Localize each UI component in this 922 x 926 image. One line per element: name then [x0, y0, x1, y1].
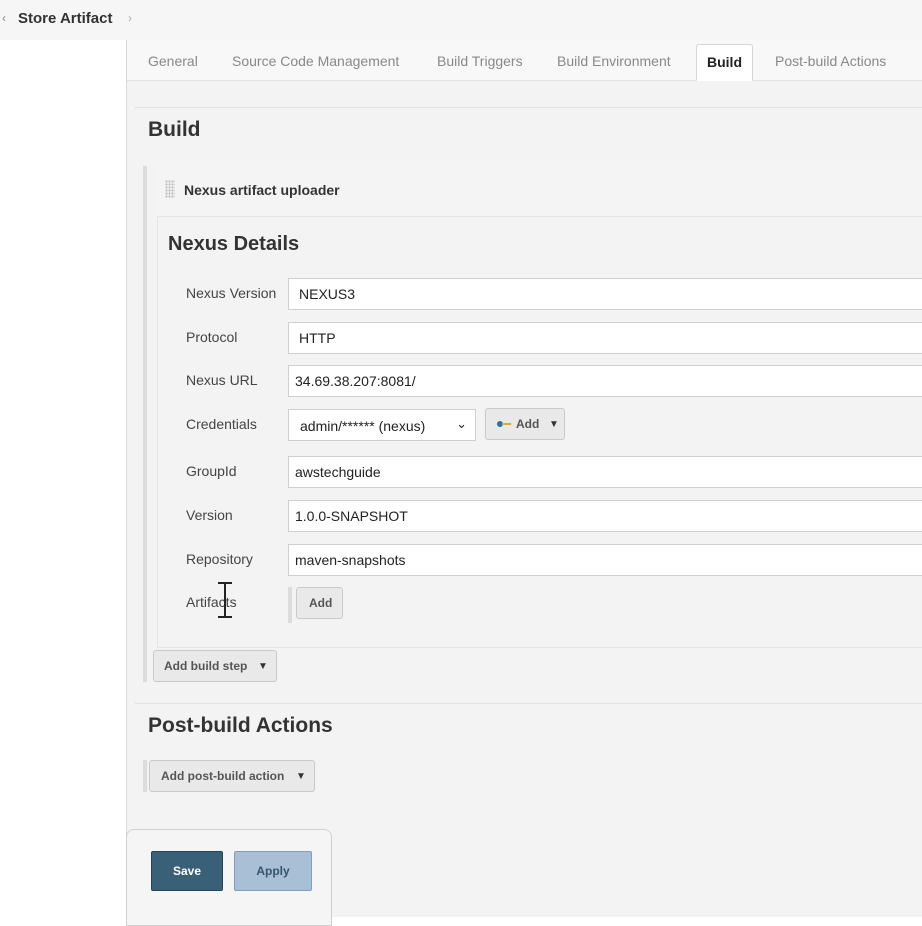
caret-down-icon: ▼: [296, 771, 306, 782]
protocol-input[interactable]: [288, 322, 922, 354]
add-build-step-button[interactable]: Add build step ▼: [153, 650, 277, 682]
repository-input[interactable]: [288, 544, 922, 576]
add-artifact-button[interactable]: Add: [296, 587, 343, 619]
drag-handle-icon[interactable]: [165, 180, 175, 198]
artifacts-list-bar: [288, 587, 292, 623]
tab-source-code-management[interactable]: Source Code Management: [232, 53, 399, 69]
nexus-details-form: Nexus Details Nexus Version Protocol Nex…: [157, 216, 922, 648]
scrolled-out-row: [147, 80, 207, 92]
form-actions-bar: Save Apply: [126, 829, 332, 926]
tab-build-triggers[interactable]: Build Triggers: [437, 53, 523, 69]
version-input[interactable]: [288, 500, 922, 532]
caret-down-icon: ▼: [258, 661, 268, 672]
version-label: Version: [186, 507, 233, 523]
nexus-details-title: Nexus Details: [168, 233, 300, 255]
add-credentials-label: Add: [516, 417, 540, 431]
credentials-select-value: admin/****** (nexus): [300, 418, 426, 434]
divider: [135, 107, 922, 108]
tab-build-environment[interactable]: Build Environment: [557, 53, 671, 69]
add-post-build-action-button[interactable]: Add post-build action ▼: [149, 760, 315, 792]
nexus-url-label: Nexus URL: [186, 372, 258, 388]
add-build-step-label: Add build step: [164, 659, 248, 673]
tab-build[interactable]: Build: [696, 44, 753, 81]
post-build-section-title: Post-build Actions: [148, 714, 333, 737]
chevron-right-icon[interactable]: ›: [128, 11, 132, 25]
breadcrumb-item-store-artifact[interactable]: Store Artifact: [18, 10, 112, 27]
group-id-label: GroupId: [186, 463, 237, 479]
caret-down-icon: ▼: [549, 419, 559, 430]
chevron-left-icon[interactable]: ‹: [2, 11, 6, 25]
nexus-version-input[interactable]: [288, 278, 922, 310]
nexus-version-label: Nexus Version: [186, 285, 277, 301]
breadcrumb: ‹ Store Artifact ›: [0, 0, 922, 41]
build-step-container: Nexus artifact uploader Nexus Details Ne…: [143, 166, 922, 682]
credentials-label: Credentials: [186, 416, 257, 432]
tab-general[interactable]: General: [148, 53, 198, 69]
apply-button[interactable]: Apply: [234, 851, 312, 891]
config-panel: General Source Code Management Build Tri…: [126, 40, 922, 917]
add-artifact-label: Add: [309, 596, 333, 610]
group-id-input[interactable]: [288, 456, 922, 488]
divider: [135, 703, 922, 704]
side-panel: [0, 40, 126, 917]
protocol-label: Protocol: [186, 329, 238, 345]
add-credentials-button[interactable]: Add ▼: [485, 408, 565, 440]
tab-post-build-actions[interactable]: Post-build Actions: [775, 53, 886, 69]
tab-bar: General Source Code Management Build Tri…: [127, 40, 922, 81]
key-icon: [497, 421, 511, 427]
add-post-build-action-label: Add post-build action: [161, 769, 285, 783]
chevron-down-icon: ⌄: [456, 416, 467, 431]
build-step-title: Nexus artifact uploader: [184, 182, 340, 198]
build-step-header: Nexus artifact uploader: [157, 166, 922, 217]
nexus-url-input[interactable]: [288, 365, 922, 397]
credentials-select[interactable]: admin/****** (nexus) ⌄: [288, 409, 476, 441]
build-section-title: Build: [148, 118, 201, 141]
save-button[interactable]: Save: [151, 851, 223, 891]
repository-label: Repository: [186, 551, 253, 567]
text-cursor-icon: [218, 582, 232, 618]
post-build-bar: [143, 760, 147, 792]
